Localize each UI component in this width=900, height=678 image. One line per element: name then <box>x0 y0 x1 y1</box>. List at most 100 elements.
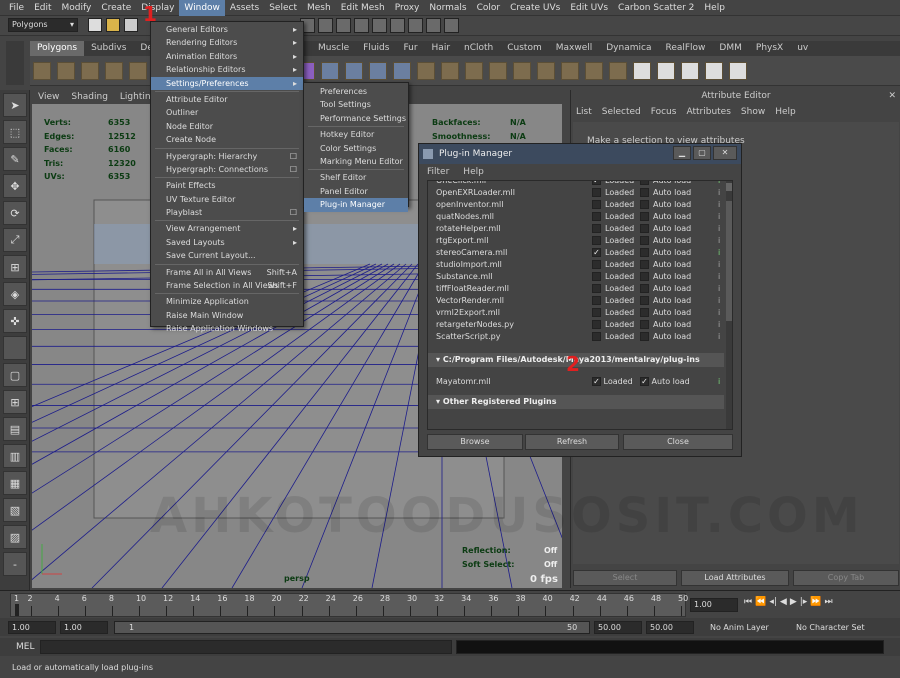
info-icon[interactable]: i <box>718 283 720 295</box>
close-icon[interactable]: ✕ <box>888 91 896 101</box>
step-forward-frame-icon[interactable]: |▸ <box>800 597 808 613</box>
menu-file[interactable]: File <box>4 0 29 16</box>
new-scene-icon[interactable] <box>88 18 102 32</box>
info-icon[interactable]: i <box>718 181 720 187</box>
shelf-smooth-icon[interactable] <box>417 62 435 80</box>
info-icon[interactable]: i <box>718 235 720 247</box>
menu-help[interactable]: Help <box>699 0 730 16</box>
menu-color[interactable]: Color <box>472 0 506 16</box>
viewport-menu-shading[interactable]: Shading <box>65 90 114 104</box>
show-manipulator-icon[interactable]: ✜ <box>3 309 27 333</box>
scrollbar-thumb[interactable] <box>726 201 732 321</box>
loaded-checkbox[interactable]: Loaded <box>592 235 634 247</box>
menu-select[interactable]: Select <box>264 0 302 16</box>
shelf-uv-planar-icon[interactable] <box>657 62 675 80</box>
render-frame-icon[interactable] <box>408 18 423 33</box>
playback-start-field[interactable]: 1.00 <box>60 621 108 634</box>
window-menu-item-animation-editors[interactable]: Animation Editors ▸ <box>151 50 303 63</box>
scrollbar[interactable] <box>726 181 732 429</box>
shelf-menu-handle[interactable] <box>6 41 24 85</box>
other-plugins-section-header[interactable]: ▾ Other Registered Plugins <box>428 395 724 409</box>
info-icon[interactable]: i <box>718 376 720 388</box>
menu-modify[interactable]: Modify <box>57 0 97 16</box>
menu-assets[interactable]: Assets <box>225 0 264 16</box>
shelf-extract-icon[interactable] <box>369 62 387 80</box>
shelf-bridge-icon[interactable] <box>489 62 507 80</box>
window-menu-item-relationship-editors[interactable]: Relationship Editors ▸ <box>151 63 303 76</box>
open-scene-icon[interactable] <box>106 18 120 32</box>
layout-single-icon[interactable]: ▢ <box>3 363 27 387</box>
load-attributes-button[interactable]: Load Attributes <box>681 570 789 586</box>
layout-extra-icon[interactable]: ▨ <box>3 525 27 549</box>
submenu-item-hotkey-editor[interactable]: Hotkey Editor <box>304 128 408 141</box>
window-menu-item-settings-preferences[interactable]: Settings/Preferences ▸ <box>151 76 303 90</box>
end-time-field[interactable]: 50.00 <box>646 621 694 634</box>
go-end-icon[interactable]: ⏭ <box>825 597 833 613</box>
shelf-tab-hair[interactable]: Hair <box>425 41 457 56</box>
window-menu-item-hypergraph-connections[interactable]: Hypergraph: Connections ☐ <box>151 163 303 176</box>
playback-end-field[interactable]: 50.00 <box>594 621 642 634</box>
info-icon[interactable]: i <box>718 199 720 211</box>
rotate-tool-icon[interactable]: ⟳ <box>3 201 27 225</box>
shelf-tab-uv[interactable]: uv <box>790 41 815 56</box>
autoload-checkbox[interactable]: Auto load <box>640 319 691 331</box>
loaded-checkbox[interactable]: Loaded <box>592 295 634 307</box>
autoload-checkbox[interactable]: Auto load <box>640 283 691 295</box>
window-menu-item-outliner[interactable]: Outliner <box>151 106 303 119</box>
attr-menu-help[interactable]: Help <box>770 104 801 120</box>
menu-normals[interactable]: Normals <box>424 0 471 16</box>
loaded-checkbox[interactable]: Loaded <box>592 187 634 199</box>
submenu-item-tool-settings[interactable]: Tool Settings <box>304 98 408 111</box>
menu-window[interactable]: Window <box>179 0 225 16</box>
autoload-checkbox[interactable]: Auto load <box>640 259 691 271</box>
layout-hypershade-icon[interactable]: ▦ <box>3 471 27 495</box>
lasso-tool-icon[interactable]: ⬚ <box>3 120 27 144</box>
ipr-render-icon[interactable] <box>426 18 441 33</box>
render-settings-icon[interactable] <box>444 18 459 33</box>
autoload-checkbox[interactable]: Auto load <box>640 331 691 343</box>
attr-menu-focus[interactable]: Focus <box>646 104 682 120</box>
window-menu-item-paint-effects[interactable]: Paint Effects <box>151 179 303 192</box>
autoload-checkbox[interactable]: Auto load <box>640 223 691 235</box>
window-menu-item-raise-application-windows[interactable]: Raise Application Windows <box>151 322 303 335</box>
shelf-merge-icon[interactable] <box>609 62 627 80</box>
menu-create-uvs[interactable]: Create UVs <box>505 0 565 16</box>
info-icon[interactable]: i <box>718 271 720 283</box>
scale-tool-icon[interactable]: ⤢ <box>3 228 27 252</box>
autoload-checkbox[interactable]: Auto load <box>640 199 691 211</box>
submenu-item-plug-in-manager[interactable]: Plug-in Manager <box>304 198 408 212</box>
info-icon[interactable]: i <box>718 187 720 199</box>
shelf-cone-icon[interactable] <box>105 62 123 80</box>
loaded-checkbox[interactable]: Loaded <box>592 211 634 223</box>
shelf-tab-ncloth[interactable]: nCloth <box>457 41 500 56</box>
window-menu-item-view-arrangement[interactable]: View Arrangement ▸ <box>151 222 303 235</box>
shelf-loop-icon[interactable] <box>561 62 579 80</box>
shelf-tab-realflow[interactable]: RealFlow <box>658 41 712 56</box>
autoload-checkbox[interactable]: Auto load <box>640 235 691 247</box>
move-tool-icon[interactable]: ✥ <box>3 174 27 198</box>
info-icon[interactable]: i <box>718 223 720 235</box>
step-forward-key-icon[interactable]: ⏩ <box>810 597 821 613</box>
autoload-checkbox[interactable]: Auto load <box>640 187 691 199</box>
menu-help[interactable]: Help <box>457 165 490 179</box>
time-slider-track[interactable]: 1 2 4 6 8 10 12 14 16 18 20 22 24 26 28 30 32 34 36 38 40 42 4… <box>10 593 688 617</box>
shelf-uv-spherical-icon[interactable] <box>705 62 723 80</box>
window-menu-item-node-editor[interactable]: Node Editor <box>151 120 303 133</box>
go-start-icon[interactable]: ⏮ <box>744 597 752 613</box>
shelf-mirror-icon[interactable] <box>393 62 411 80</box>
window-menu-item-frame-all-in-all-views[interactable]: Frame All in All Views Shift+A <box>151 266 303 279</box>
submenu-item-marking-menu-editor[interactable]: Marking Menu Editor <box>304 155 408 168</box>
layout-dope-icon[interactable]: ▧ <box>3 498 27 522</box>
play-forward-icon[interactable]: ▶ <box>790 597 797 613</box>
shelf-tab-subdivs[interactable]: Subdivs <box>84 41 133 56</box>
universal-manipulator-icon[interactable]: ⊞ <box>3 255 27 279</box>
shelf-plane-icon[interactable] <box>129 62 147 80</box>
shelf-extrude-icon[interactable] <box>465 62 483 80</box>
anim-layer-dropdown[interactable]: No Anim Layer <box>710 621 790 634</box>
submenu-item-preferences[interactable]: Preferences <box>304 85 408 98</box>
info-icon[interactable]: i <box>718 307 720 319</box>
autoload-checkbox[interactable]: Auto load <box>640 247 691 259</box>
range-slider-bar[interactable]: 1 50 <box>114 621 590 634</box>
shelf-sphere-icon[interactable] <box>33 62 51 80</box>
window-menu-item-rendering-editors[interactable]: Rendering Editors ▸ <box>151 36 303 49</box>
